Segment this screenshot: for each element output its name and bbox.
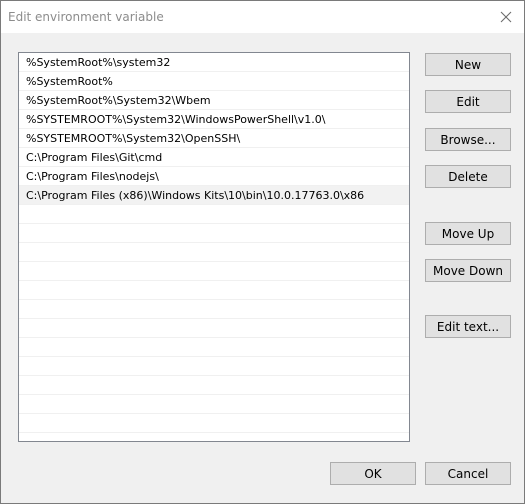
cancel-button[interactable]: Cancel	[425, 462, 511, 485]
empty-list-row[interactable]	[19, 414, 409, 433]
title-bar[interactable]: Edit environment variable	[1, 1, 524, 33]
new-button[interactable]: New	[425, 53, 511, 76]
move-down-button[interactable]: Move Down	[425, 259, 511, 282]
empty-list-row[interactable]	[19, 224, 409, 243]
path-list-item[interactable]: C:\Program Files (x86)\Windows Kits\10\b…	[19, 186, 409, 205]
empty-list-row[interactable]	[19, 281, 409, 300]
empty-list-row[interactable]	[19, 262, 409, 281]
empty-list-row[interactable]	[19, 357, 409, 376]
path-list-item[interactable]: %SYSTEMROOT%\System32\WindowsPowerShell\…	[19, 110, 409, 129]
empty-list-row[interactable]	[19, 395, 409, 414]
edit-environment-variable-dialog: Edit environment variable %SystemRoot%\s…	[0, 0, 525, 504]
empty-list-row[interactable]	[19, 243, 409, 262]
path-list-item[interactable]: %SystemRoot%\System32\Wbem	[19, 91, 409, 110]
edit-text-button[interactable]: Edit text...	[425, 315, 511, 338]
path-list-item[interactable]: %SYSTEMROOT%\System32\OpenSSH\	[19, 129, 409, 148]
path-list[interactable]: %SystemRoot%\system32 %SystemRoot% %System…	[18, 52, 410, 442]
move-up-button[interactable]: Move Up	[425, 222, 511, 245]
close-button[interactable]	[494, 5, 518, 29]
browse-button[interactable]: Browse...	[425, 128, 511, 151]
empty-list-row[interactable]	[19, 300, 409, 319]
empty-list-row[interactable]	[19, 338, 409, 357]
path-list-item[interactable]: %SystemRoot%	[19, 72, 409, 91]
window-title: Edit environment variable	[8, 10, 164, 24]
empty-list-row[interactable]	[19, 319, 409, 338]
path-list-item[interactable]: C:\Program Files\Git\cmd	[19, 148, 409, 167]
edit-button[interactable]: Edit	[425, 90, 511, 113]
delete-button[interactable]: Delete	[425, 165, 511, 188]
path-list-item[interactable]: %SystemRoot%\system32	[19, 53, 409, 72]
path-list-item[interactable]: C:\Program Files\nodejs\	[19, 167, 409, 186]
close-icon	[500, 11, 512, 23]
ok-button[interactable]: OK	[330, 462, 416, 485]
empty-list-row[interactable]	[19, 376, 409, 395]
empty-list-row[interactable]	[19, 205, 409, 224]
